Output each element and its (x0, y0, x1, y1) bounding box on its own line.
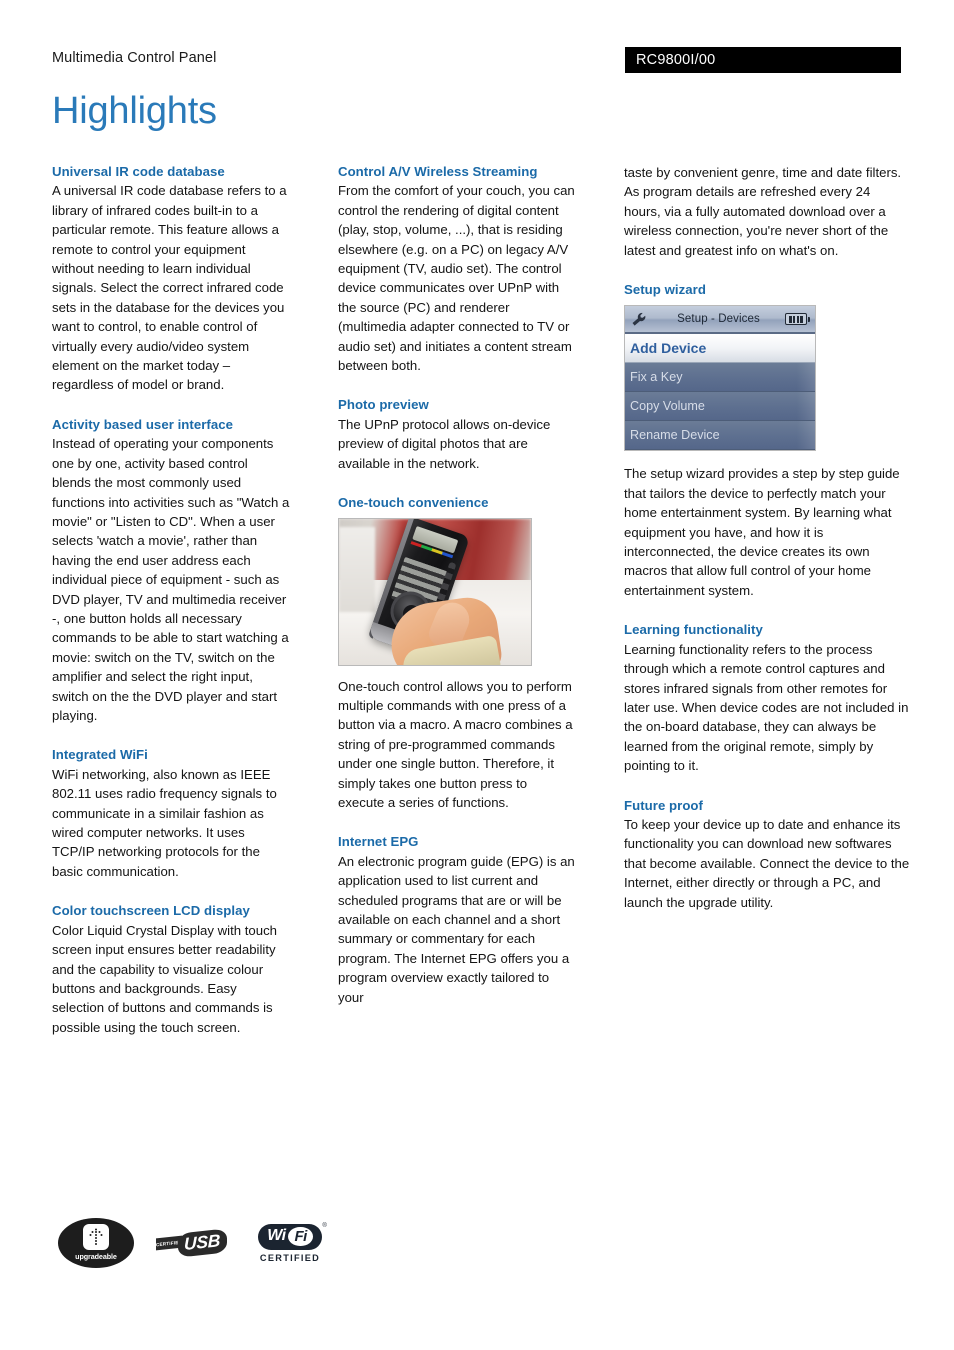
wizard-menu-item-fix-a-key[interactable]: Fix a Key (625, 363, 815, 393)
feature-body: The UPnP protocol allows on-device previ… (338, 416, 551, 471)
feature-body: An electronic program guide (EPG) is an … (338, 853, 575, 1005)
wizard-titlebar: Setup - Devices (625, 306, 815, 335)
wifi-pill: Wi Fi ® (258, 1223, 327, 1250)
feature-body: Instead of operating your components one… (52, 436, 290, 723)
feature-body: From the comfort of your couch, you can … (338, 183, 575, 374)
feature-title: Internet EPG (338, 834, 419, 850)
usb-wordmark: USB (178, 1228, 228, 1258)
column-2: Control A/V Wireless Streaming From the … (338, 163, 624, 1037)
feature-block: Activity based user interface Instead of… (52, 416, 290, 726)
feature-title: Control A/V Wireless Streaming (338, 164, 538, 179)
wizard-menu-item-copy-volume[interactable]: Copy Volume (625, 392, 815, 422)
wizard-menu-label: Fix a Key (630, 370, 683, 385)
column-3: taste by convenient genre, time and date… (624, 163, 910, 1037)
upload-dots-icon (89, 1228, 103, 1245)
feature-body: A universal IR code database refers to a… (52, 183, 287, 393)
photo-background-panel (339, 527, 376, 612)
feature-title: Universal IR code database (52, 164, 225, 179)
setup-wizard-device-screenshot: Setup - Devices Add Device Fix a Key Cop… (624, 305, 816, 452)
feature-title: One-touch convenience (338, 495, 489, 511)
feature-title: Photo preview (338, 397, 429, 413)
feature-title: Integrated WiFi (52, 747, 148, 763)
feature-body: WiFi networking, also known as IEEE 802.… (52, 766, 277, 879)
wifi-fi-text: Fi (288, 1226, 313, 1246)
wifi-certified-caption: CERTIFIED (259, 1252, 321, 1263)
feature-block: Universal IR code database A universal I… (52, 163, 290, 395)
wizard-menu-item-add-device[interactable]: Add Device (625, 334, 815, 364)
content-columns: Universal IR code database A universal I… (52, 163, 910, 1037)
battery-full-icon (785, 313, 810, 326)
wrench-icon (632, 312, 646, 326)
feature-body: Learning functionality refers to the pro… (624, 641, 909, 774)
feature-block: Setup wizard Setup - Devices Add Device … (624, 281, 910, 600)
feature-block-continuation: taste by convenient genre, time and date… (624, 163, 910, 260)
page-title: Highlights (52, 90, 217, 132)
wizard-menu-label: Rename Device (630, 428, 720, 443)
document-page: Multimedia Control Panel RC9800I/00 High… (0, 0, 954, 1350)
feature-block: Integrated WiFi WiFi networking, also kn… (52, 746, 290, 881)
wizard-title-text: Setup - Devices (677, 313, 760, 326)
feature-title: Activity based user interface (52, 416, 234, 432)
header-product-category: Multimedia Control Panel (52, 50, 217, 66)
feature-title: Setup wizard (624, 282, 706, 298)
upgradeable-logo: upgradeable (58, 1218, 134, 1268)
feature-title: Color touchscreen LCD display (52, 903, 250, 919)
registered-trademark-icon: ® (322, 1222, 327, 1229)
feature-block: Photo preview The UPnP protocol allows o… (338, 396, 576, 473)
remote-control-in-hand-photo (338, 517, 532, 666)
feature-block: Internet EPG An electronic program guide… (338, 833, 576, 1007)
feature-body: Color Liquid Crystal Display with touch … (52, 922, 278, 1035)
feature-body: taste by convenient genre, time and date… (624, 165, 902, 258)
feature-block: Learning functionality Learning function… (624, 621, 910, 775)
feature-block: Color touchscreen LCD display Color Liqu… (52, 902, 290, 1037)
wizard-menu-label: Add Device (630, 340, 707, 357)
feature-title: Learning functionality (624, 622, 763, 638)
feature-body: The setup wizard provides a step by step… (624, 466, 900, 598)
feature-block: Control A/V Wireless Streaming From the … (338, 163, 576, 375)
feature-body: To keep your device up to date and enhan… (624, 816, 910, 910)
feature-title: Future proof (624, 797, 703, 813)
page-header: Multimedia Control Panel RC9800I/00 (0, 47, 954, 80)
footer-certification-logos: upgradeable CERTIFIED USB Wi Fi ® CERTIF… (58, 1218, 330, 1268)
wifi-certified-logo: Wi Fi ® CERTIFIED (250, 1223, 330, 1263)
feature-block: One-touch convenience One-touch control … (338, 494, 576, 812)
wizard-menu-item-rename-device[interactable]: Rename Device (625, 421, 815, 451)
model-number-badge: RC9800I/00 (625, 47, 901, 73)
usb-logo: CERTIFIED USB (156, 1228, 228, 1258)
upgradeable-caption: upgradeable (75, 1251, 117, 1261)
wizard-menu-label: Copy Volume (630, 399, 705, 414)
wifi-wi-text: Wi (267, 1227, 286, 1244)
column-1: Universal IR code database A universal I… (52, 163, 338, 1037)
feature-block: Future proof To keep your device up to d… (624, 797, 910, 912)
upgradeable-arrow-glyph (83, 1223, 109, 1250)
feature-body: One-touch control allows you to perform … (338, 678, 573, 810)
